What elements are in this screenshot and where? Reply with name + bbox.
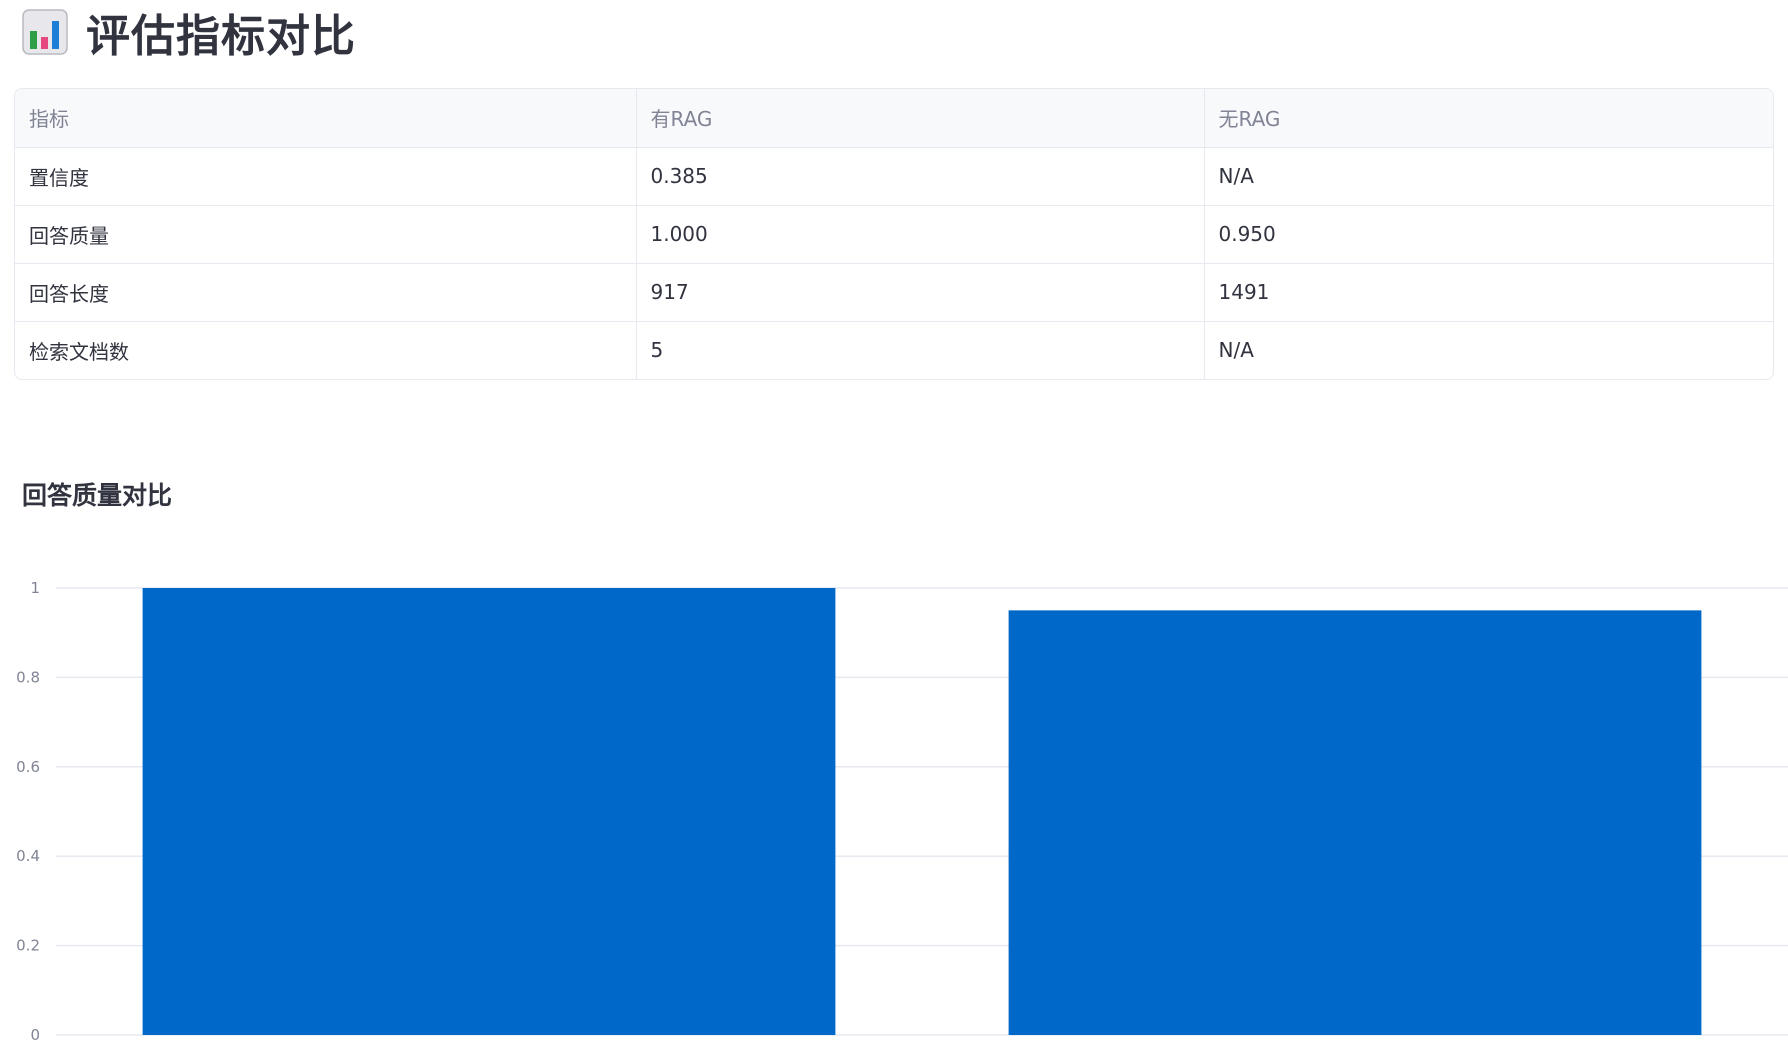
table-cell: 检索文档数	[15, 321, 637, 379]
table-cell: 回答长度	[15, 263, 637, 322]
y-tick-label: 0.6	[16, 758, 40, 776]
table-cell: 0.385	[636, 147, 1205, 206]
table-cell: N/A	[1204, 147, 1773, 206]
y-tick-label: 0.8	[16, 668, 40, 686]
bar-with-rag[interactable]: 有RAG: 1	[142, 588, 836, 1035]
table-row: 回答质量 1.000 0.950	[15, 205, 1773, 264]
chart-title: 回答质量对比	[22, 481, 173, 510]
table-cell: 1491	[1204, 263, 1773, 322]
table-cell: 回答质量	[15, 205, 637, 264]
bar-chart: 0 0.2 0.4 0.6 0.8 1 有RAG: 1 无RAG: 0.95	[16, 579, 1788, 1041]
bar-chart-emoji-icon	[22, 9, 68, 55]
table-header-row: 指标 有RAG 无RAG	[15, 89, 1773, 148]
column-header-without-rag[interactable]: 无RAG	[1204, 89, 1773, 148]
y-tick-label: 0.4	[16, 847, 40, 865]
table-cell: 917	[636, 263, 1205, 322]
y-tick-label: 1	[30, 579, 40, 597]
bar-without-rag[interactable]: 无RAG: 0.95	[1008, 610, 1702, 1035]
page-title: 评估指标对比	[86, 11, 356, 62]
column-header-metric[interactable]: 指标	[15, 89, 637, 148]
table-cell: N/A	[1218, 338, 1254, 363]
table-cell: 0.950	[1204, 205, 1773, 264]
table-cell: 5	[636, 321, 1205, 379]
table-row: 检索文档数 5 N/A	[15, 321, 1773, 379]
page-header: 评估指标对比	[22, 4, 356, 62]
table-cell: 置信度	[15, 147, 637, 206]
metrics-table: 指标 有RAG 无RAG 置信度 0.385 N/A 回答质量 1.000 0.…	[14, 88, 1774, 380]
table-row: 置信度 0.385 N/A	[15, 147, 1773, 206]
table-cell: 1.000	[636, 205, 1205, 264]
y-tick-label: 0	[30, 1026, 40, 1041]
column-header-with-rag[interactable]: 有RAG	[636, 89, 1205, 148]
y-tick-label: 0.2	[16, 937, 40, 955]
table-row: 回答长度 917 1491	[15, 263, 1773, 322]
